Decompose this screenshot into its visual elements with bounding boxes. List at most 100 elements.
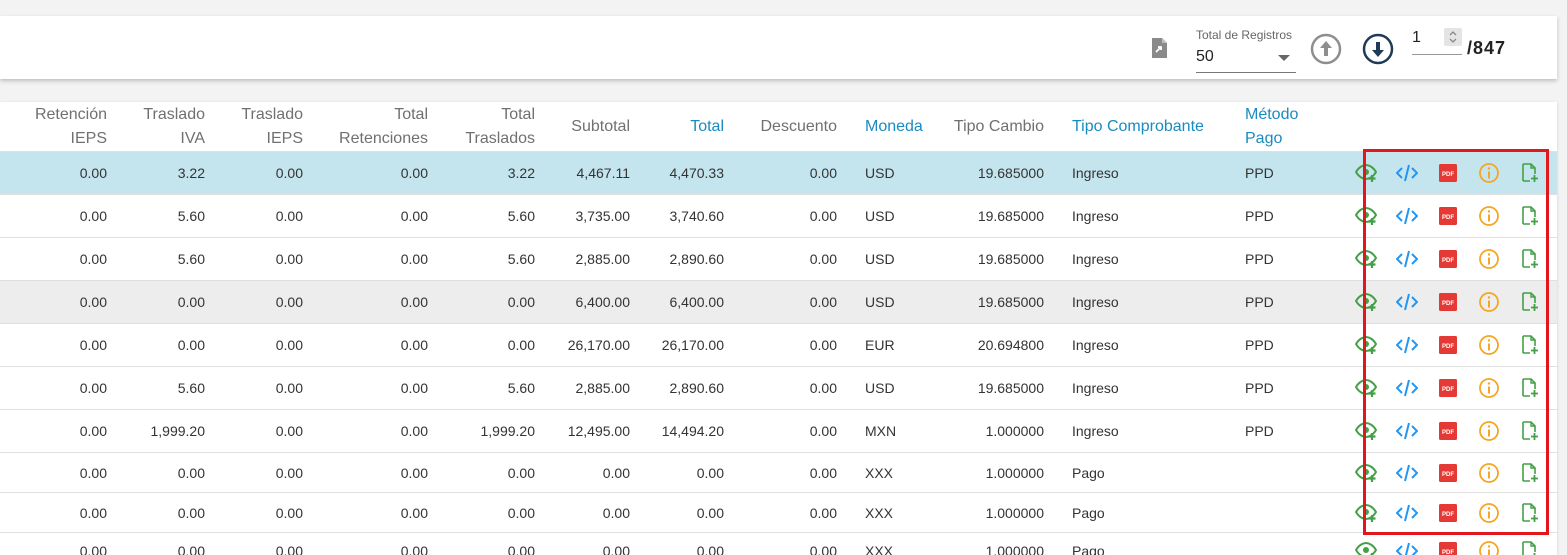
cell-tipo-comprobante: Ingreso	[1058, 323, 1231, 367]
pdf-icon[interactable]: PDF	[1437, 162, 1459, 184]
table-row[interactable]: 0.00 0.00 0.00 0.00 0.00 0.00 0.00 0.00 XXX 1.000…	[0, 452, 1557, 493]
view-add-icon[interactable]	[1354, 502, 1377, 524]
col-header-total-retenciones[interactable]: Total Retenciones	[317, 102, 442, 152]
pdf-icon[interactable]: PDF	[1437, 377, 1459, 399]
export-file-icon[interactable]	[1150, 37, 1170, 59]
per-page-value: 50	[1196, 48, 1214, 65]
add-file-icon[interactable]	[1519, 205, 1541, 227]
info-icon[interactable]	[1478, 334, 1500, 356]
add-file-icon[interactable]	[1519, 420, 1541, 442]
row-actions: PDF	[1331, 151, 1557, 195]
xml-code-icon[interactable]	[1395, 462, 1418, 484]
add-file-icon[interactable]	[1519, 162, 1541, 184]
cell-metodo-pago: PPD	[1231, 409, 1331, 453]
view-add-icon[interactable]	[1354, 291, 1377, 313]
xml-code-icon[interactable]	[1395, 420, 1418, 442]
info-icon[interactable]	[1478, 291, 1500, 313]
info-icon[interactable]	[1478, 502, 1500, 524]
table-row[interactable]: 0.00 0.00 0.00 0.00 0.00 26,170.00 26,170.00 0.…	[0, 323, 1557, 367]
table-row[interactable]: 0.00 1,999.20 0.00 0.00 1,999.20 12,495.00 14,…	[0, 409, 1557, 453]
pdf-icon[interactable]: PDF	[1437, 334, 1459, 356]
view-add-icon[interactable]	[1354, 248, 1377, 270]
add-file-icon[interactable]	[1519, 462, 1541, 484]
col-header-total[interactable]: Total	[644, 102, 738, 152]
info-icon[interactable]	[1478, 540, 1500, 555]
arrow-down-circle-icon[interactable]	[1362, 33, 1394, 65]
xml-code-icon[interactable]	[1395, 377, 1418, 399]
info-icon[interactable]	[1478, 248, 1500, 270]
table-row[interactable]: 0.00 5.60 0.00 0.00 5.60 3,735.00 3,740.60 0.00…	[0, 194, 1557, 238]
cell-traslado-iva: 5.60	[121, 366, 219, 410]
info-icon[interactable]	[1478, 420, 1500, 442]
cell-moneda: XXX	[851, 492, 950, 533]
add-file-icon[interactable]	[1519, 377, 1541, 399]
pdf-icon[interactable]: PDF	[1437, 462, 1459, 484]
info-icon[interactable]	[1478, 162, 1500, 184]
table-row[interactable]: 0.00 0.00 0.00 0.00 0.00 0.00 0.00 0.00 XXX 1.000…	[0, 532, 1557, 555]
xml-code-icon[interactable]	[1395, 291, 1418, 313]
cell-moneda: XXX	[851, 532, 950, 555]
cell-traslado-ieps: 0.00	[219, 492, 317, 533]
cell-traslado-ieps: 0.00	[219, 452, 317, 493]
info-icon[interactable]	[1478, 205, 1500, 227]
view-add-icon[interactable]	[1354, 334, 1377, 356]
svg-text:PDF: PDF	[1442, 258, 1454, 264]
table-row[interactable]: 0.00 5.60 0.00 0.00 5.60 2,885.00 2,890.60 0.00…	[0, 366, 1557, 410]
view-add-icon[interactable]	[1354, 377, 1377, 399]
cell-total-traslados: 3.22	[442, 151, 549, 195]
per-page-select[interactable]: 50	[1196, 46, 1296, 73]
pdf-icon[interactable]: PDF	[1437, 420, 1459, 442]
cell-moneda: USD	[851, 280, 950, 324]
xml-code-icon[interactable]	[1395, 502, 1418, 524]
svg-text:PDF: PDF	[1442, 172, 1454, 178]
pdf-icon[interactable]: PDF	[1437, 502, 1459, 524]
col-header-tipo-comprobante[interactable]: Tipo Comprobante	[1058, 102, 1231, 152]
add-file-icon[interactable]	[1519, 334, 1541, 356]
col-header-traslado-ieps[interactable]: Traslado IEPS	[219, 102, 317, 152]
view-add-icon[interactable]	[1354, 462, 1377, 484]
cell-tipo-comprobante: Ingreso	[1058, 366, 1231, 410]
view-add-icon[interactable]	[1354, 420, 1377, 442]
col-header-metodo-pago[interactable]: Método Pago	[1231, 102, 1331, 152]
col-header-traslado-iva[interactable]: Traslado IVA	[121, 102, 219, 152]
page-number-input[interactable]: 1	[1412, 28, 1462, 55]
pdf-icon[interactable]: PDF	[1437, 540, 1459, 555]
xml-code-icon[interactable]	[1395, 162, 1418, 184]
col-header-subtotal[interactable]: Subtotal	[549, 102, 644, 152]
cell-subtotal: 6,400.00	[549, 280, 644, 324]
add-file-icon[interactable]	[1519, 291, 1541, 313]
cell-traslado-iva: 0.00	[121, 280, 219, 324]
cell-traslado-iva: 0.00	[121, 492, 219, 533]
add-file-icon[interactable]	[1519, 502, 1541, 524]
col-header-total-traslados[interactable]: Total Traslados	[442, 102, 549, 152]
table-row[interactable]: 0.00 3.22 0.00 0.00 3.22 4,467.11 4,470.33 0.00…	[0, 151, 1557, 195]
arrow-up-circle-icon[interactable]	[1310, 33, 1342, 65]
info-icon[interactable]	[1478, 377, 1500, 399]
table-row[interactable]: 0.00 5.60 0.00 0.00 5.60 2,885.00 2,890.60 0.00…	[0, 237, 1557, 281]
col-header-moneda[interactable]: Moneda	[851, 102, 950, 152]
info-icon[interactable]	[1478, 462, 1500, 484]
view-add-icon[interactable]	[1354, 162, 1377, 184]
add-file-icon[interactable]	[1519, 248, 1541, 270]
svg-text:PDF: PDF	[1442, 430, 1454, 436]
add-file-icon[interactable]	[1519, 540, 1541, 555]
table-row[interactable]: 0.00 0.00 0.00 0.00 0.00 6,400.00 6,400.00 0.00…	[0, 280, 1557, 324]
cell-total: 3,740.60	[644, 194, 738, 238]
col-header-descuento[interactable]: Descuento	[738, 102, 851, 152]
view-add-icon[interactable]	[1354, 540, 1377, 555]
col-header-tipo-cambio[interactable]: Tipo Cambio	[950, 102, 1058, 152]
xml-code-icon[interactable]	[1395, 334, 1418, 356]
pdf-icon[interactable]: PDF	[1437, 291, 1459, 313]
pdf-icon[interactable]: PDF	[1437, 248, 1459, 270]
table-row[interactable]: 0.00 0.00 0.00 0.00 0.00 0.00 0.00 0.00 XXX 1.000…	[0, 492, 1557, 533]
cell-tipo-comprobante: Ingreso	[1058, 409, 1231, 453]
xml-code-icon[interactable]	[1395, 248, 1418, 270]
col-header-retencion-ieps[interactable]: Retención IEPS	[0, 102, 121, 152]
xml-code-icon[interactable]	[1395, 540, 1418, 555]
view-add-icon[interactable]	[1354, 205, 1377, 227]
pdf-icon[interactable]: PDF	[1437, 205, 1459, 227]
xml-code-icon[interactable]	[1395, 205, 1418, 227]
page-stepper[interactable]	[1444, 28, 1462, 46]
svg-text:PDF: PDF	[1442, 550, 1454, 555]
cell-retencion-ieps: 0.00	[0, 151, 121, 195]
